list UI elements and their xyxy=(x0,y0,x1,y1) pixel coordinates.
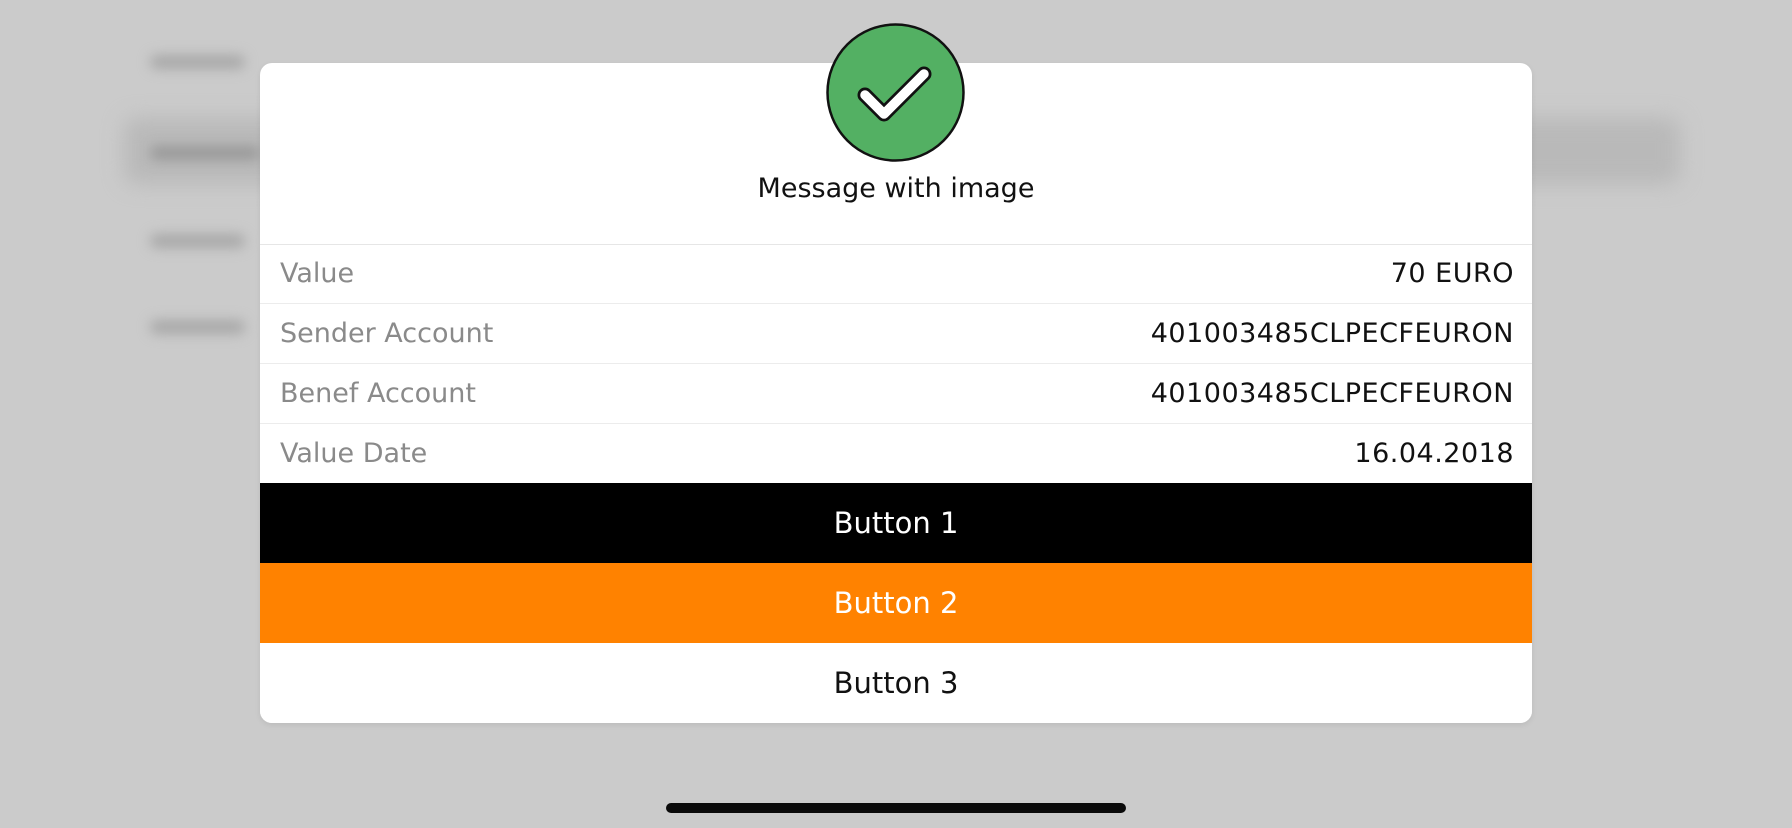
info-value: 401003485CLPECFEURON xyxy=(1150,318,1514,349)
button-1[interactable]: Button 1 xyxy=(260,483,1532,563)
button-3[interactable]: Button 3 xyxy=(260,643,1532,723)
background-item-text xyxy=(150,55,245,69)
info-row-sender-account: Sender Account 401003485CLPECFEURON xyxy=(260,304,1532,364)
info-label: Sender Account xyxy=(280,318,494,349)
button-2[interactable]: Button 2 xyxy=(260,563,1532,643)
info-value: 16.04.2018 xyxy=(1354,438,1514,469)
home-indicator[interactable] xyxy=(666,803,1126,813)
info-row-benef-account: Benef Account 401003485CLPECFEURON xyxy=(260,364,1532,424)
info-value: 401003485CLPECFEURON xyxy=(1150,378,1514,409)
checkmark-icon xyxy=(826,23,965,162)
dialog-message: Message with image xyxy=(757,173,1035,204)
info-row-value-date: Value Date 16.04.2018 xyxy=(260,424,1532,484)
info-row-value: Value 70 EURO xyxy=(260,244,1532,304)
info-value: 70 EURO xyxy=(1390,258,1514,289)
info-label: Benef Account xyxy=(280,378,476,409)
background-item-text xyxy=(150,234,245,248)
info-label: Value xyxy=(280,258,355,289)
background-item-text xyxy=(150,320,245,334)
background-item-text xyxy=(150,146,260,160)
info-label: Value Date xyxy=(280,438,428,469)
checkmark-circle-icon xyxy=(826,23,965,162)
screen: Message with image Value 70 EURO Sender … xyxy=(0,0,1792,828)
